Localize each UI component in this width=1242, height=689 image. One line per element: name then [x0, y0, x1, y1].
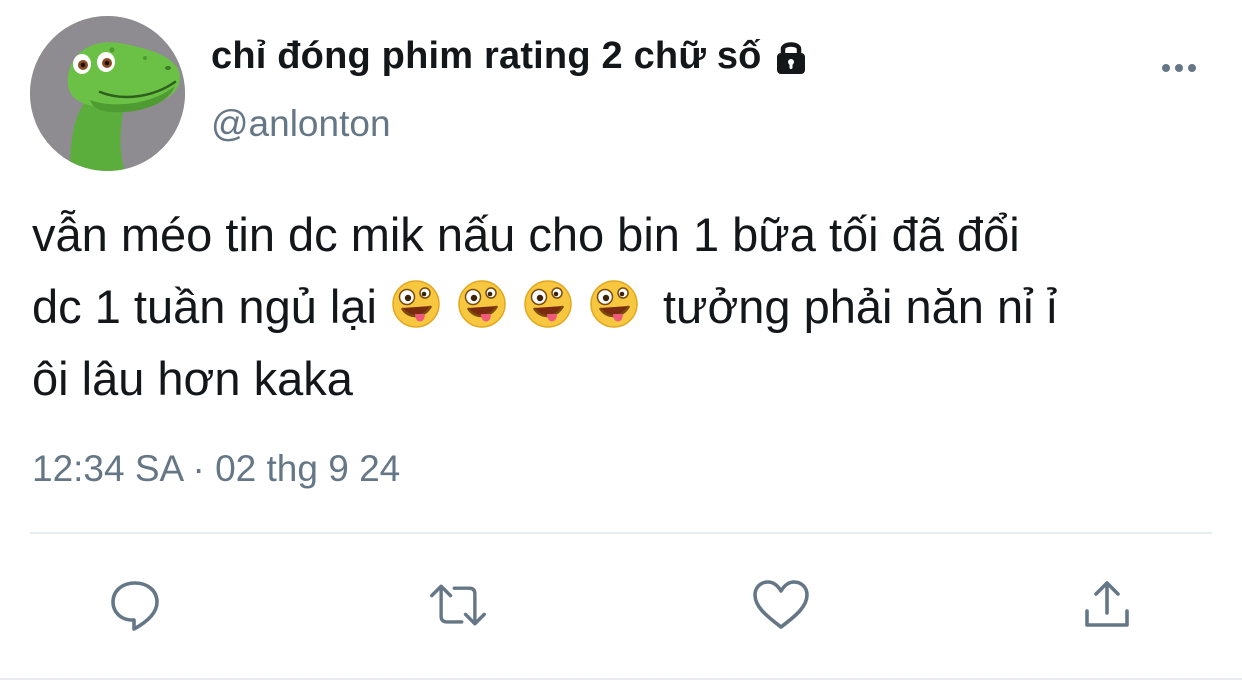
bottom-divider — [0, 678, 1242, 680]
tweet-text: vẫn méo tin dc mik nấu cho bin 1 bữa tối… — [32, 199, 1232, 415]
zany-face-icon — [391, 277, 441, 328]
tweet-line-2: dc 1 tuần ngủ lại tưởng phải năn nỉ ỉ — [32, 271, 1232, 343]
reply-button[interactable] — [105, 575, 165, 635]
share-button[interactable] — [1077, 575, 1137, 635]
more-icon[interactable] — [1158, 58, 1200, 78]
tweet-line-3: ôi lâu hơn kaka — [32, 352, 353, 405]
tweet-line-2-end: tưởng phải năn nỉ ỉ — [662, 280, 1058, 333]
emoji-group — [391, 277, 639, 328]
zany-face-icon — [523, 277, 573, 328]
divider — [30, 532, 1212, 534]
avatar[interactable] — [30, 16, 185, 171]
lock-icon — [770, 36, 812, 78]
tweet-line-1: vẫn méo tin dc mik nấu cho bin 1 bữa tối… — [32, 208, 1020, 261]
tweet-timestamp[interactable]: 12:34 SA · 02 thg 9 24 — [32, 448, 400, 490]
retweet-button[interactable] — [428, 575, 488, 635]
zany-face-icon — [589, 277, 639, 328]
zany-face-icon — [457, 277, 507, 328]
reply-icon — [111, 581, 159, 631]
tweet-line-2-start: dc 1 tuần ngủ lại — [32, 280, 377, 333]
like-button[interactable] — [751, 575, 811, 635]
dinosaur-avatar-icon — [30, 16, 185, 171]
user-handle[interactable]: @anlonton — [211, 103, 391, 145]
heart-icon — [753, 580, 809, 629]
display-name[interactable]: chỉ đóng phim rating 2 chữ số — [211, 35, 762, 78]
retweet-icon — [430, 584, 486, 626]
display-name-row[interactable]: chỉ đóng phim rating 2 chữ số — [211, 35, 812, 78]
share-icon — [1085, 581, 1129, 627]
